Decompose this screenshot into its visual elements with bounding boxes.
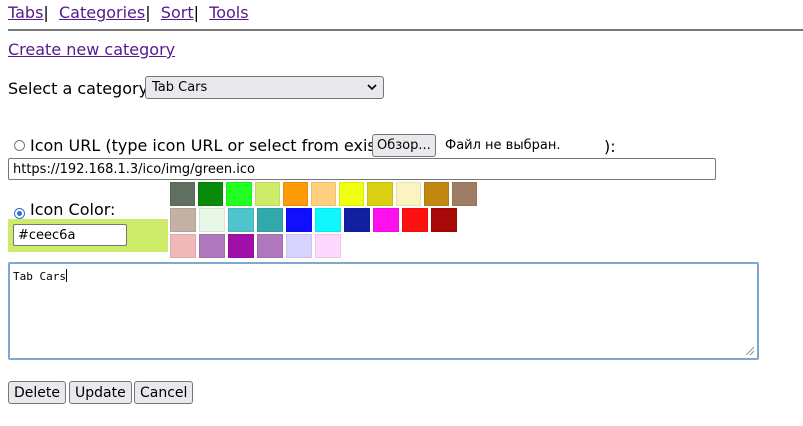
color-swatch[interactable] bbox=[228, 234, 254, 258]
icon-color-radio[interactable] bbox=[14, 208, 25, 219]
color-swatch[interactable] bbox=[315, 234, 341, 258]
icon-color-input[interactable]: #ceec6a bbox=[13, 224, 127, 246]
textarea-text: Tab Cars bbox=[13, 270, 66, 283]
color-palette bbox=[168, 181, 478, 259]
update-button[interactable]: Update bbox=[69, 381, 132, 404]
color-swatch[interactable] bbox=[170, 208, 196, 232]
nav-link-tools[interactable]: Tools bbox=[209, 3, 248, 22]
color-swatch[interactable] bbox=[254, 182, 280, 206]
category-select-value: Tab Cars bbox=[152, 80, 208, 95]
color-swatch[interactable] bbox=[315, 208, 341, 232]
nav-link-tabs[interactable]: Tabs bbox=[8, 3, 43, 22]
icon-url-label-closing: ): bbox=[604, 137, 616, 156]
browse-file-button[interactable]: Обзор... bbox=[372, 134, 436, 157]
nav-separator: | bbox=[43, 3, 49, 22]
select-category-label: Select a category: bbox=[8, 79, 153, 98]
icon-url-label: Icon URL (type icon URL or select from e… bbox=[30, 136, 407, 155]
top-nav: Tabs| Categories| Sort| Tools bbox=[8, 3, 249, 22]
color-swatch[interactable] bbox=[431, 208, 457, 232]
icon-color-label: Icon Color: bbox=[30, 200, 116, 219]
color-swatch[interactable] bbox=[199, 208, 225, 232]
palette-row bbox=[168, 233, 478, 259]
delete-button[interactable]: Delete bbox=[8, 381, 66, 404]
color-swatch[interactable] bbox=[451, 182, 478, 206]
color-swatch[interactable] bbox=[226, 182, 252, 206]
color-swatch[interactable] bbox=[373, 208, 399, 232]
palette-row bbox=[168, 207, 478, 233]
color-swatch[interactable] bbox=[367, 182, 393, 206]
color-swatch[interactable] bbox=[402, 208, 428, 232]
chevron-down-icon bbox=[367, 84, 377, 91]
cancel-button[interactable]: Cancel bbox=[134, 381, 194, 404]
color-swatch[interactable] bbox=[310, 182, 337, 206]
color-swatch[interactable] bbox=[344, 208, 370, 232]
icon-url-radio[interactable] bbox=[14, 140, 25, 151]
color-swatch[interactable] bbox=[257, 208, 283, 232]
file-status-text: Файл не выбран. bbox=[445, 138, 561, 153]
color-swatch[interactable] bbox=[282, 182, 308, 206]
color-swatch[interactable] bbox=[228, 208, 254, 232]
resize-handle-icon[interactable] bbox=[746, 347, 754, 355]
category-name-textarea[interactable]: Tab Cars bbox=[8, 262, 759, 360]
color-swatch[interactable] bbox=[170, 234, 196, 258]
color-swatch[interactable] bbox=[286, 234, 312, 258]
text-caret bbox=[65, 269, 67, 282]
nav-link-categories[interactable]: Categories bbox=[59, 3, 145, 22]
category-select[interactable]: Tab Cars bbox=[145, 76, 384, 99]
color-swatch[interactable] bbox=[199, 234, 225, 258]
color-swatch[interactable] bbox=[339, 182, 365, 206]
color-swatch[interactable] bbox=[170, 182, 196, 206]
color-swatch[interactable] bbox=[257, 234, 283, 258]
nav-separator: | bbox=[145, 3, 151, 22]
color-swatch[interactable] bbox=[286, 208, 312, 232]
nav-separator: | bbox=[193, 3, 199, 22]
color-swatch[interactable] bbox=[423, 182, 449, 206]
icon-url-input[interactable]: https://192.168.1.3/ico/img/green.ico bbox=[8, 158, 716, 180]
palette-row bbox=[168, 181, 478, 207]
color-swatch[interactable] bbox=[198, 182, 224, 206]
create-category-link[interactable]: Create new category bbox=[8, 40, 175, 59]
color-swatch[interactable] bbox=[395, 182, 421, 206]
nav-divider bbox=[8, 29, 803, 31]
nav-link-sort[interactable]: Sort bbox=[161, 3, 194, 22]
